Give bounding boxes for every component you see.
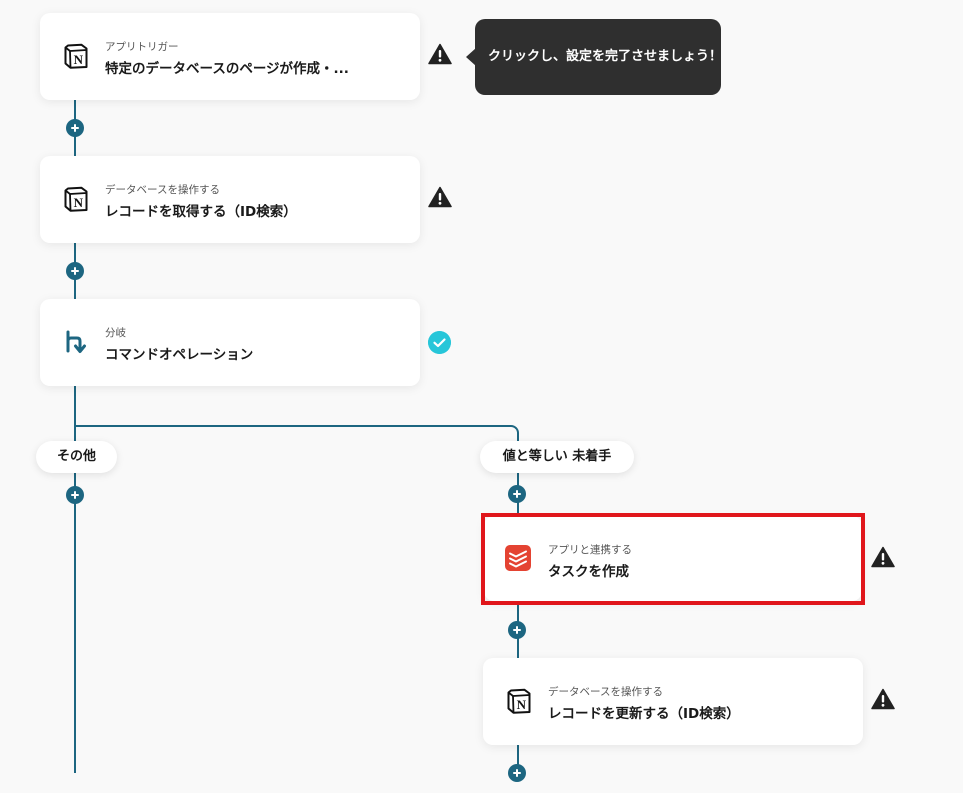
step-card-get-record[interactable]: N データベースを操作する レコードを取得する（ID検索）	[40, 156, 420, 243]
notion-icon: N	[64, 43, 88, 69]
step-title: レコードを取得する（ID検索）	[105, 204, 297, 220]
connector-line-branch	[74, 425, 508, 427]
step-card-update-record[interactable]: N データベースを操作する レコードを更新する（ID検索）	[483, 658, 863, 745]
step-subtitle: アプリトリガー	[105, 41, 179, 53]
svg-text:N: N	[74, 52, 84, 67]
warning-icon	[871, 546, 895, 568]
add-step-button[interactable]	[508, 764, 526, 782]
step-card-trigger[interactable]: N アプリトリガー 特定のデータベースのページが作成・...	[40, 13, 420, 100]
step-card-branch[interactable]: 分岐 コマンドオペレーション	[40, 299, 420, 386]
step-subtitle: アプリと連携する	[548, 544, 632, 556]
step-title: 特定のデータベースのページが作成・...	[105, 61, 349, 77]
step-subtitle: 分岐	[105, 327, 126, 339]
step-subtitle: データベースを操作する	[105, 184, 220, 196]
add-step-button[interactable]	[66, 262, 84, 280]
branch-label-other[interactable]: その他	[36, 441, 117, 473]
setup-tooltip: クリックし、設定を完了させましょう！	[466, 19, 722, 95]
notion-icon: N	[64, 186, 88, 212]
step-title: コマンドオペレーション	[105, 347, 254, 363]
step-card-create-task[interactable]: アプリと連携する タスクを作成	[484, 516, 862, 601]
add-step-button[interactable]	[66, 486, 84, 504]
warning-icon	[428, 186, 452, 208]
branch-icon	[66, 330, 86, 353]
svg-text:N: N	[517, 697, 527, 712]
notion-icon: N	[507, 688, 531, 714]
step-title: タスクを作成	[548, 564, 629, 580]
add-step-button[interactable]	[66, 119, 84, 137]
add-step-button[interactable]	[508, 621, 526, 639]
check-icon	[428, 331, 451, 354]
todoist-icon	[505, 545, 531, 571]
svg-text:N: N	[74, 195, 84, 210]
warning-icon	[871, 688, 895, 710]
branch-label-condition[interactable]: 値と等しい 未着手	[480, 441, 634, 473]
step-subtitle: データベースを操作する	[548, 686, 663, 698]
warning-icon	[428, 43, 452, 65]
add-step-button[interactable]	[508, 485, 526, 503]
step-title: レコードを更新する（ID検索）	[548, 706, 740, 722]
